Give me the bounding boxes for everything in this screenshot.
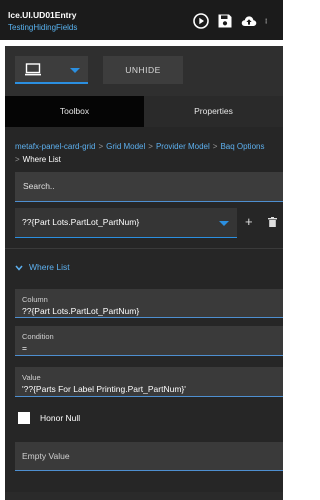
where-list-select-value: ??{Part Lots.PartLot_PartNum} [22, 217, 140, 227]
breadcrumb-item-baq-options[interactable]: Baq Options [220, 142, 264, 151]
breadcrumb-item-metafx-panel-card-grid[interactable]: metafx-panel-card-grid [15, 142, 95, 151]
chevron-down-icon [70, 68, 80, 73]
panel-tabs: Toolbox Properties [5, 96, 283, 127]
chevron-down-icon [15, 265, 23, 271]
breadcrumb-current: Where List [22, 155, 61, 164]
value-field[interactable]: Value '??{Parts For Label Printing.Part_… [15, 367, 283, 397]
app-title: Ice.UI.UD01Entry [8, 10, 77, 20]
properties-panel: UNHIDE Toolbox Properties metafx-panel-c… [5, 46, 283, 500]
panel-footer [5, 492, 283, 500]
app-subtitle[interactable]: TestingHidingFields [8, 23, 77, 32]
honor-null-checkbox[interactable] [18, 412, 30, 424]
value-value: '??{Parts For Label Printing.Part_PartNu… [22, 384, 186, 394]
breadcrumb: metafx-panel-card-grid > Grid Model > Provid… [15, 140, 279, 166]
condition-field[interactable]: Condition = [15, 326, 283, 356]
chevron-down-icon [219, 221, 229, 226]
where-list-select[interactable]: ??{Part Lots.PartLot_PartNum} [15, 208, 237, 238]
empty-value-input[interactable]: Empty Value [15, 442, 283, 471]
column-field[interactable]: Column ??{Part Lots.PartLot_PartNum} [15, 289, 283, 318]
breadcrumb-separator: > [15, 155, 20, 164]
honor-null-label: Honor Null [40, 413, 81, 423]
top-bar: Ice.UI.UD01Entry TestingHidingFields [0, 0, 283, 40]
condition-label: Condition [22, 332, 54, 341]
breadcrumb-separator: > [212, 142, 218, 151]
column-value: ??{Part Lots.PartLot_PartNum} [22, 306, 140, 316]
monitor-icon [25, 63, 41, 76]
tab-properties[interactable]: Properties [144, 96, 283, 127]
section-title: Where List [29, 262, 70, 272]
breadcrumb-item-grid-model[interactable]: Grid Model [106, 142, 145, 151]
where-list-section-header[interactable]: Where List [15, 262, 70, 274]
cloud-upload-icon[interactable] [241, 13, 257, 29]
tab-toolbox[interactable]: Toolbox [5, 96, 144, 127]
value-label: Value [22, 373, 41, 382]
save-icon[interactable] [217, 13, 233, 29]
breadcrumb-item-provider-model[interactable]: Provider Model [156, 142, 210, 151]
unhide-button[interactable]: UNHIDE [103, 56, 183, 84]
device-select-button[interactable] [15, 56, 88, 84]
column-label: Column [22, 295, 48, 304]
trash-icon[interactable] [268, 217, 277, 227]
more-icon[interactable] [265, 13, 271, 29]
breadcrumb-separator: > [148, 142, 153, 151]
add-icon[interactable]: + [245, 215, 253, 228]
play-icon[interactable] [193, 13, 209, 29]
section-divider [5, 248, 283, 249]
search-input[interactable]: Search.. [15, 172, 283, 202]
condition-value: = [22, 343, 27, 353]
top-actions [193, 13, 271, 29]
breadcrumb-separator: > [98, 142, 104, 151]
panel-toolbar: UNHIDE [5, 46, 283, 96]
